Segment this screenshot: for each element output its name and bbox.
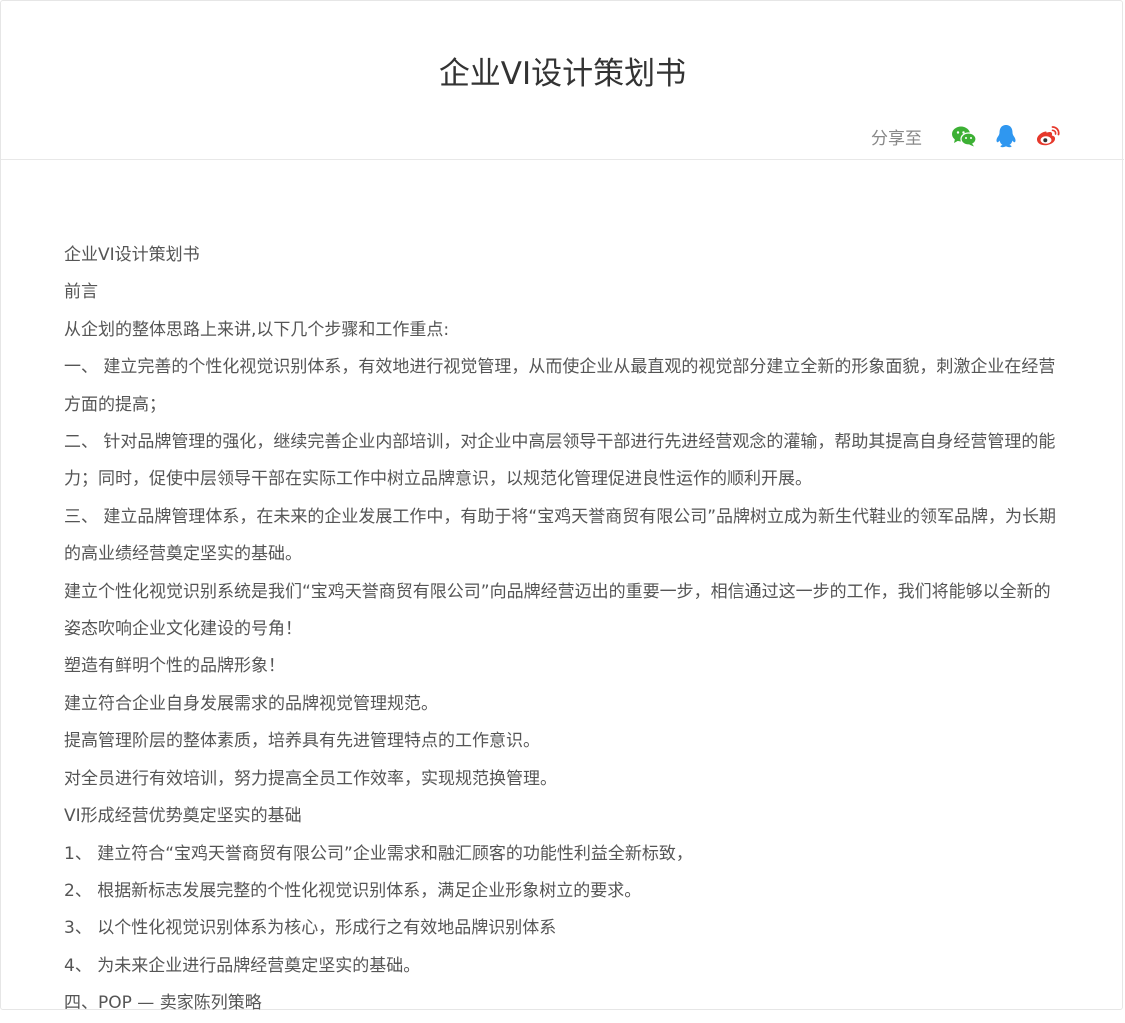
- paragraph: VI形成经营优势奠定坚实的基础: [64, 806, 302, 827]
- paragraph: 四、POP — 卖家陈列策略: [64, 993, 262, 1014]
- article-body: 企业VI设计策划书 前言 从企划的整体思路上来讲,以下几个步骤和工作重点: 一、…: [64, 237, 1064, 1023]
- paragraph: 建立符合企业自身发展需求的品牌视觉管理规范。: [64, 693, 438, 714]
- weibo-icon[interactable]: [1034, 122, 1062, 150]
- paragraph: 二、 针对品牌管理的强化，继续完善企业内部培训，对企业中高层领导干部进行先进经营…: [64, 432, 1056, 490]
- paragraph: 提高管理阶层的整体素质，培养具有先进管理特点的工作意识。: [64, 731, 540, 752]
- share-bar: 分享至: [871, 121, 1062, 151]
- paragraph: 3、 以个性化视觉识别体系为核心，形成行之有效地品牌识别体系: [64, 918, 557, 939]
- qq-icon[interactable]: [992, 122, 1020, 150]
- paragraph: 对全员进行有效培训，努力提高全员工作效率，实现规范换管理。: [64, 768, 557, 789]
- paragraph: 企业VI设计策划书: [64, 245, 200, 265]
- paragraph: 前言: [64, 282, 98, 303]
- wechat-icon[interactable]: [950, 122, 978, 150]
- page-title: 企业VI设计策划书: [438, 56, 687, 92]
- paragraph: 4、 为未来企业进行品牌经营奠定坚实的基础。: [64, 955, 421, 976]
- share-label: 分享至: [871, 128, 922, 149]
- paragraph: 塑造有鲜明个性的品牌形象！: [64, 656, 285, 677]
- paragraph: 一、 建立完善的个性化视觉识别体系，有效地进行视觉管理，从而使企业从最直观的视觉…: [64, 357, 1056, 415]
- paragraph: 建立个性化视觉识别系统是我们“宝鸡天誉商贸有限公司”向品牌经营迈出的重要一步，相…: [64, 581, 1051, 640]
- article-header: 企业VI设计策划书 分享至: [1, 1, 1124, 160]
- article-card: 企业VI设计策划书 分享至 企业VI设计策划书 前言 从企划的整体思路上来讲,以…: [0, 0, 1124, 1013]
- paragraph: 三、 建立品牌管理体系，在未来的企业发展工作中，有助于将“宝鸡天誉商贸有限公司”…: [64, 506, 1057, 565]
- paragraph: 2、 根据新标志发展完整的个性化视觉识别体系，满足企业形象树立的要求。: [64, 880, 642, 901]
- paragraph: 1、 建立符合“宝鸡天誉商贸有限公司”企业需求和融汇顾客的功能性利益全新标致，: [64, 843, 693, 864]
- paragraph: 从企划的整体思路上来讲,以下几个步骤和工作重点:: [64, 319, 450, 340]
